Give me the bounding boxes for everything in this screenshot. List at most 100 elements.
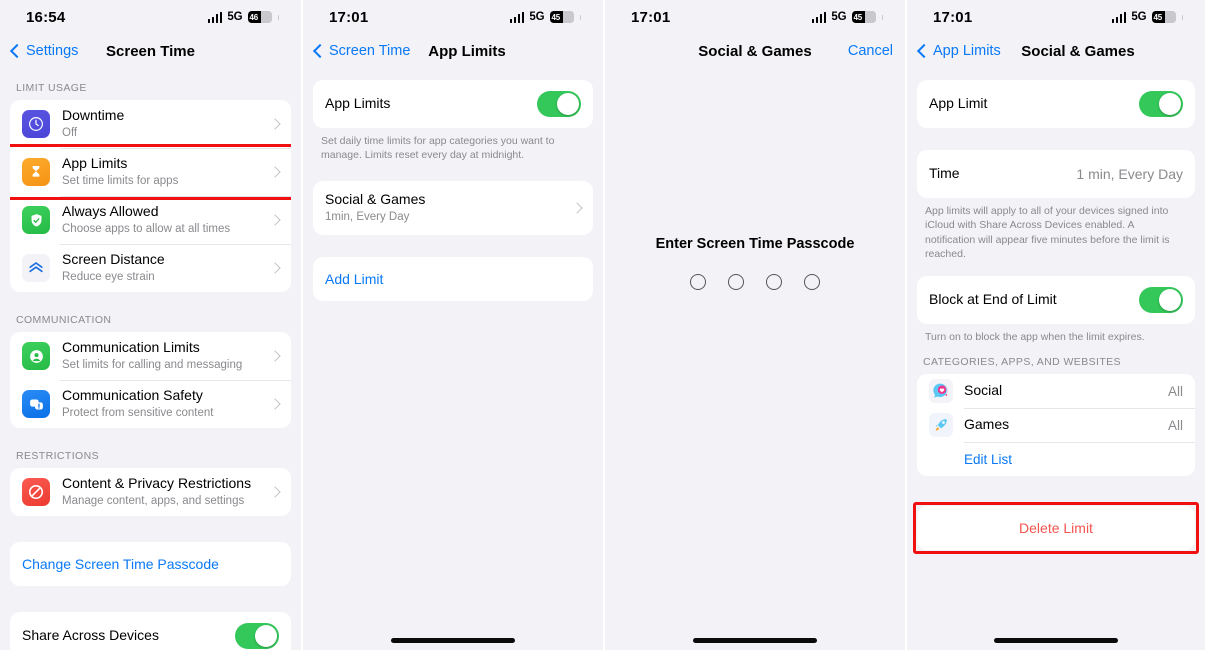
row-category-social[interactable]: Social All: [917, 374, 1195, 408]
row-text: Screen Distance Reduce eye strain: [62, 251, 265, 284]
category-name: Games: [964, 416, 1010, 433]
chevron-left-icon: [9, 43, 25, 59]
chevron-right-icon: [269, 214, 281, 226]
row-title: Communication Safety: [62, 387, 203, 404]
card-share-across-devices: Share Across Devices: [10, 612, 291, 650]
chevron-right-icon: [269, 118, 281, 130]
row-text: Games: [964, 416, 1168, 434]
row-title: Content & Privacy Restrictions: [62, 475, 252, 492]
passcode-prompt: Enter Screen Time Passcode: [655, 236, 855, 252]
row-title: Downtime: [62, 107, 125, 124]
block-footnote: Turn on to block the app when the limit …: [925, 330, 1145, 343]
row-title: Block at End of Limit: [929, 290, 1057, 307]
row-title: Communication Limits: [62, 339, 200, 356]
app-limits-footnote: Set daily time limits for app categories…: [321, 135, 555, 162]
passcode-dots[interactable]: [690, 274, 820, 290]
row-text: Share Across Devices: [22, 627, 235, 645]
battery-percent: 45: [853, 12, 863, 22]
cellular-signal-icon: [811, 11, 827, 23]
row-always-allowed[interactable]: Always Allowed Choose apps to allow at a…: [10, 196, 291, 244]
row-time[interactable]: Time 1 min, Every Day: [917, 150, 1195, 198]
back-button-screen-time[interactable]: Screen Time: [312, 43, 411, 59]
row-content-privacy-restrictions[interactable]: Content & Privacy Restrictions Manage co…: [10, 468, 291, 516]
block-at-end-toggle[interactable]: [1139, 286, 1183, 313]
add-limit-button[interactable]: Add Limit: [313, 257, 593, 301]
time-value: 1 min, Every Day: [1076, 166, 1183, 182]
row-title: Screen Distance: [62, 251, 165, 268]
home-indicator: [994, 638, 1118, 643]
battery-cap-icon: [579, 14, 581, 20]
row-title: Social & Games: [325, 191, 426, 208]
status-bar: 16:54 5G 46: [0, 0, 301, 34]
row-text: App Limits Set time limits for apps: [62, 155, 265, 188]
row-subtitle: Manage content, apps, and settings: [62, 494, 245, 507]
app-limit-toggle[interactable]: [1139, 91, 1183, 117]
row-subtitle: Set limits for calling and messaging: [62, 358, 243, 371]
screenshot-root: 16:54 5G 46 Settings Screen Time LIMIT U…: [0, 0, 1207, 650]
row-text: App Limit: [929, 95, 1139, 113]
card-categories: Social All Games All Edit List: [917, 374, 1195, 477]
row-communication-safety[interactable]: Communication Safety Protect from sensit…: [10, 380, 291, 428]
card-add-limit: Add Limit: [313, 256, 593, 301]
chevron-right-icon: [269, 350, 281, 362]
section-header-categories: CATEGORIES, APPS, AND WEBSITES: [923, 356, 1121, 369]
row-block-at-end-of-limit[interactable]: Block at End of Limit: [917, 276, 1195, 324]
status-indicators: 5G 45: [509, 10, 581, 24]
downtime-icon: [22, 110, 50, 138]
card-restrictions: Content & Privacy Restrictions Manage co…: [10, 468, 291, 516]
row-communication-limits[interactable]: Communication Limits Set limits for call…: [10, 332, 291, 380]
status-time: 16:54: [26, 8, 66, 26]
card-block-at-end: Block at End of Limit: [917, 275, 1195, 324]
card-change-passcode: Change Screen Time Passcode: [10, 542, 291, 586]
app-limits-toggle[interactable]: [537, 91, 581, 117]
row-subtitle: Off: [62, 126, 78, 139]
row-title: Share Across Devices: [22, 627, 159, 643]
app-limits-list: App Limits Set daily time limits for app…: [303, 68, 603, 301]
nav-bar: Screen Time App Limits: [303, 34, 603, 68]
row-social-games[interactable]: Social & Games 1min, Every Day: [313, 181, 593, 235]
nav-bar: Social & Games Cancel: [605, 34, 905, 68]
row-text: Always Allowed Choose apps to allow at a…: [62, 203, 265, 236]
row-app-limits-toggle[interactable]: App Limits: [313, 80, 593, 128]
category-name: Social: [964, 382, 1003, 399]
row-app-limits[interactable]: App Limits Set time limits for apps: [10, 144, 291, 200]
row-category-games[interactable]: Games All: [917, 408, 1195, 442]
row-app-limit-toggle[interactable]: App Limit: [917, 80, 1195, 128]
row-share-across-devices[interactable]: Share Across Devices: [10, 612, 291, 650]
status-bar: 17:01 5G 45: [303, 0, 603, 34]
delete-limit-button[interactable]: Delete Limit: [913, 502, 1199, 555]
app-limits-icon: [22, 158, 50, 186]
row-downtime[interactable]: Downtime Off: [10, 100, 291, 148]
content-privacy-icon: [22, 478, 50, 506]
edit-list-button[interactable]: Edit List: [917, 442, 1195, 476]
cancel-button[interactable]: Cancel: [848, 43, 893, 59]
row-text: Social & Games 1min, Every Day: [325, 191, 567, 224]
cellular-signal-icon: [509, 11, 525, 23]
row-title: App Limits: [325, 95, 391, 111]
row-text: Social: [964, 382, 1168, 400]
row-text: App Limits: [325, 95, 537, 113]
back-button-settings[interactable]: Settings: [9, 43, 78, 59]
nav-bar: App Limits Social & Games: [907, 34, 1205, 68]
share-across-devices-toggle[interactable]: [235, 623, 279, 649]
back-button-app-limits[interactable]: App Limits: [916, 43, 1001, 59]
status-indicators: 5G 45: [811, 10, 883, 24]
change-screen-time-passcode-button[interactable]: Change Screen Time Passcode: [10, 542, 291, 586]
battery-cap-icon: [881, 14, 883, 20]
edit-list-wrap: Edit List: [917, 442, 1195, 476]
panel-social-games: 17:01 5G 45 App Limits Social & Games Ap…: [905, 0, 1205, 650]
back-label: Screen Time: [329, 43, 411, 59]
chevron-right-icon: [269, 486, 281, 498]
social-games-list: App Limit Time 1 min, Every Day App limi…: [907, 68, 1205, 555]
network-type-label: 5G: [529, 11, 545, 23]
card-social-games-limit[interactable]: Social & Games 1min, Every Day: [313, 180, 593, 235]
row-screen-distance[interactable]: Screen Distance Reduce eye strain: [10, 244, 291, 292]
passcode-dot: [690, 274, 706, 290]
section-header-restrictions: RESTRICTIONS: [16, 450, 99, 462]
row-title: App Limit: [929, 95, 988, 111]
battery-icon: 46: [247, 10, 272, 24]
passcode-dot: [804, 274, 820, 290]
panel-app-limits: 17:01 5G 45 Screen Time App Limits App L…: [301, 0, 603, 650]
card-limit-usage: Downtime Off App Limits Set time limits …: [10, 100, 291, 292]
cellular-signal-icon: [207, 11, 223, 23]
